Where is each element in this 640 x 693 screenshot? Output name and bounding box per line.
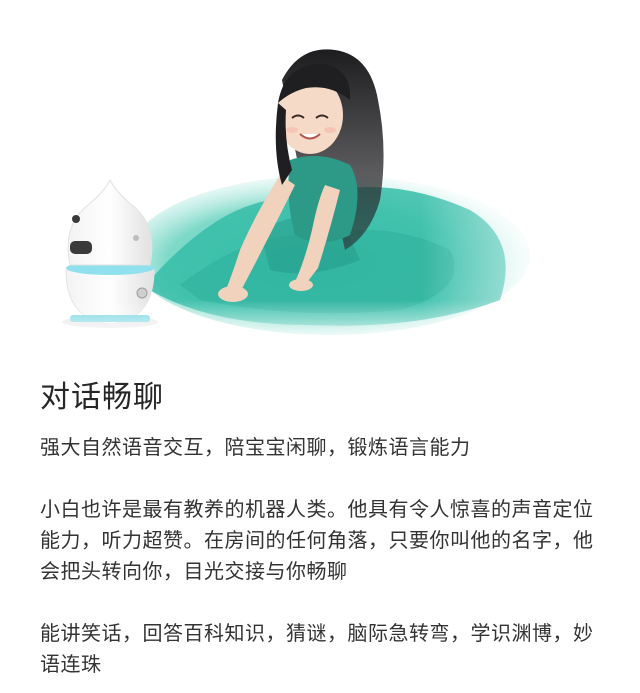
section-subtitle: 强大自然语音交互，陪宝宝闲聊，锻炼语言能力 <box>40 435 471 459</box>
section-title: 对话畅聊 <box>40 380 164 415</box>
description-paragraph-2: 能讲笑话，回答百科知识，猜谜，脑际急转弯，学识渊博，妙语连珠 <box>40 621 594 676</box>
hero-photo <box>0 0 640 350</box>
feature-section: 对话畅聊 强大自然语音交互，陪宝宝闲聊，锻炼语言能力 小白也许是最有教养的机器人… <box>40 378 600 680</box>
girl-with-robot-illustration <box>0 0 640 350</box>
description-paragraph-1: 小白也许是最有教养的机器人类。他具有令人惊喜的声音定位能力，听力超赞。在房间的任… <box>40 497 594 583</box>
